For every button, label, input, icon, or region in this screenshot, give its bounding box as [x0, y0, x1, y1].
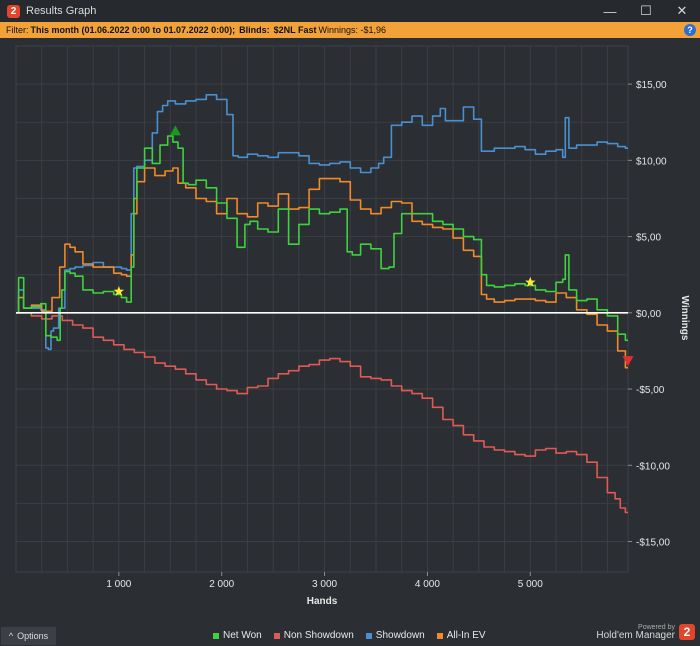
legend-item-all-in-ev[interactable]: All-In EV [436, 630, 486, 641]
close-icon[interactable]: ✕ [664, 0, 700, 22]
legend-item-non-showdown[interactable]: Non Showdown [273, 630, 354, 641]
filter-range: This month (01.06.2022 0:00 to 01.07.202… [30, 25, 236, 35]
y-tick-label: -$10,00 [636, 461, 670, 472]
y-tick-label: $0,00 [636, 309, 661, 320]
bottom-bar: ^ Options Net Won Non Showdown Showdown … [0, 624, 700, 646]
legend-swatch [213, 632, 219, 639]
title-bar: 2 Results Graph — ☐ ✕ [0, 0, 700, 22]
x-tick-label: 4 000 [415, 579, 440, 590]
y-tick-label: $10,00 [636, 156, 667, 167]
y-tick-label: $5,00 [636, 233, 661, 244]
help-icon[interactable]: ? [684, 24, 696, 36]
legend-label: All-In EV [446, 630, 486, 641]
grid-lines [15, 45, 629, 573]
filter-label: Filter: [6, 25, 29, 35]
x-tick-label: 1 000 [106, 579, 131, 590]
x-tick-label: 5 000 [518, 579, 543, 590]
y-tick-label: -$5,00 [636, 385, 665, 396]
legend-swatch [365, 632, 372, 639]
filter-blinds-value: $2NL Fast [273, 25, 317, 35]
maximize-icon[interactable]: ☐ [628, 0, 664, 22]
legend-item-showdown[interactable]: Showdown [365, 630, 425, 641]
options-button[interactable]: ^ Options [1, 627, 56, 645]
chart-legend: Net Won Non Showdown Showdown All-In EV [213, 630, 486, 641]
legend-swatch [273, 632, 280, 639]
x-axis-label: Hands [307, 596, 338, 607]
x-tick-label: 3 000 [312, 579, 337, 590]
plot-area [15, 45, 629, 573]
filter-blinds-label: Blinds: [239, 25, 270, 35]
window-controls: — ☐ ✕ [592, 0, 700, 22]
filter-winnings: Winnings: -$1,96 [318, 25, 387, 35]
y-tick-label: -$15,00 [636, 538, 670, 549]
legend-label: Showdown [375, 630, 425, 641]
y-tick-labels: $15,00 $10,00 $5,00 $0,00 -$5,00 -$10,00 -$15,… [628, 80, 670, 549]
legend-label: Non Showdown [283, 630, 354, 641]
x-tick-label: 2 000 [209, 579, 234, 590]
brand-name: Hold'em Manager [596, 629, 675, 641]
legend-item-net-won[interactable]: Net Won [213, 630, 262, 641]
y-axis-label: Winnings [679, 296, 690, 341]
brand: Powered by Hold'em Manager 2 [596, 620, 695, 644]
y-tick-label: $15,00 [636, 80, 667, 91]
window-title: Results Graph [26, 5, 97, 17]
minimize-icon[interactable]: — [592, 0, 628, 22]
options-label: Options [17, 631, 49, 641]
x-tick-labels: 1 000 2 000 3 000 4 000 5 000 [106, 572, 543, 590]
results-chart: $15,00 $10,00 $5,00 $0,00 -$5,00 -$10,00 -$15,… [15, 45, 690, 607]
legend-swatch [436, 632, 443, 639]
legend-label: Net Won [223, 630, 262, 641]
chevron-up-icon: ^ [8, 631, 14, 641]
brand-logo-icon: 2 [679, 624, 695, 640]
app-logo-icon: 2 [7, 4, 20, 18]
filter-bar[interactable]: Filter: This month (01.06.2022 0:00 to 0… [0, 22, 700, 38]
